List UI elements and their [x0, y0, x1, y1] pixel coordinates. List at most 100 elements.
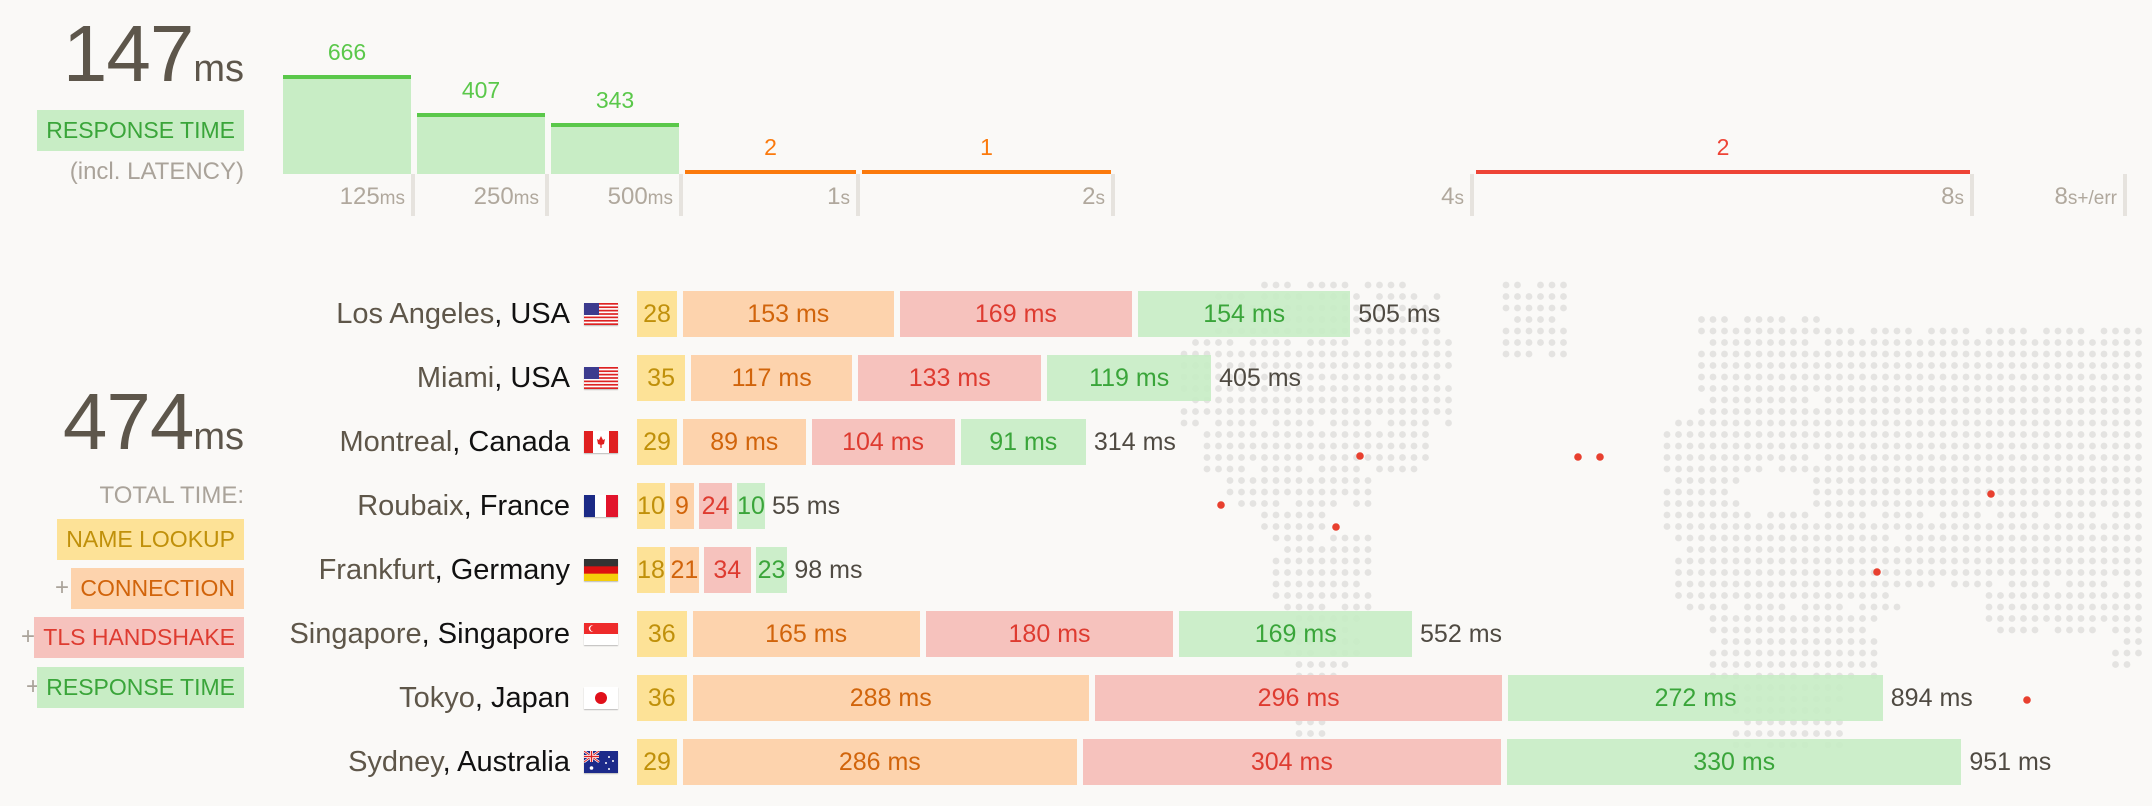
separator: , [494, 362, 511, 394]
segment-tls: 304 ms [1082, 739, 1502, 785]
map-dot [1905, 465, 1912, 473]
location-row: Montreal, Canada 29 89 ms 104 ms 91 ms 314 ms [0, 419, 2152, 465]
segment-dns: 36 [637, 611, 687, 657]
map-dot [1226, 408, 1234, 415]
map-dot [1870, 661, 1878, 668]
histogram-count-label: 2 [764, 134, 777, 160]
country-name: Singapore [437, 618, 570, 650]
map-dot [1226, 339, 1234, 346]
map-dot [1560, 339, 1567, 346]
map-dot [1341, 534, 1349, 542]
map-dot [1203, 339, 1211, 346]
map-dot [2008, 408, 2016, 415]
map-dot [1307, 534, 1314, 542]
histogram-bar [283, 74, 411, 174]
map-dot [1939, 408, 1947, 415]
map-dot [1307, 592, 1314, 599]
map-dot [2066, 465, 2073, 473]
map-dot [2054, 592, 2062, 599]
city-name: Roubaix [357, 490, 464, 522]
country-name: Australia [457, 746, 570, 778]
map-dot [1836, 408, 1843, 415]
map-dot [1767, 408, 1774, 415]
map-dot [1790, 408, 1797, 415]
separator: , [494, 298, 511, 330]
flag-us-icon [584, 303, 618, 325]
location-row: Tokyo, Japan 36 288 ms 296 ms 272 ms 894 ms [0, 675, 2152, 721]
histogram-count-label: 2 [1716, 134, 1730, 160]
map-dot [1341, 281, 1349, 289]
map-dot [1353, 603, 1360, 611]
map-dot [2123, 534, 2131, 542]
map-dot [1778, 465, 1786, 473]
map-dot [1238, 465, 1245, 473]
flag-ca-icon [584, 431, 618, 453]
country-name: USA [510, 362, 570, 394]
map-dot [1272, 408, 1280, 415]
segment-dns: 35 [637, 355, 686, 401]
map-dot [1744, 730, 1751, 737]
map-dot [1341, 465, 1349, 473]
country-name: USA [510, 298, 570, 330]
map-dot [2020, 408, 2027, 415]
map-dot [1847, 534, 1855, 542]
map-dot [1813, 408, 1820, 415]
map-dot [1951, 339, 1958, 346]
map-dot [1744, 534, 1751, 542]
map-dot [1755, 339, 1763, 346]
map-dot [1698, 465, 1705, 473]
map-dot [1284, 281, 1291, 289]
map-dot [1974, 465, 1981, 473]
map-dot [1939, 465, 1947, 473]
map-dot [1801, 465, 1809, 473]
map-dot [1859, 603, 1866, 611]
map-dot [1732, 661, 1740, 668]
map-dot [1364, 534, 1372, 542]
map-dot [1387, 339, 1395, 346]
map-dot [2008, 339, 2016, 346]
map-dot [1962, 534, 1970, 542]
map-dot [1376, 281, 1383, 289]
map-dot [1721, 661, 1728, 668]
segment-resp: 154 ms [1138, 291, 1351, 337]
map-dot [1790, 339, 1797, 346]
map-dot [1824, 465, 1832, 473]
map-dot [2077, 592, 2085, 599]
map-dot [2020, 592, 2027, 599]
map-dot [1813, 661, 1820, 668]
map-dot [1778, 730, 1786, 737]
map-dot [2077, 339, 2085, 346]
map-dot [1353, 592, 1360, 599]
map-dot [1709, 661, 1717, 668]
map-dot [2100, 465, 2108, 473]
map-dot [1882, 534, 1889, 542]
map-dot [2020, 603, 2027, 611]
map-dot [1790, 592, 1797, 599]
map-dot [1951, 465, 1958, 473]
map-dot [1801, 661, 1809, 668]
map-dot [2089, 592, 2096, 599]
map-dot [2135, 465, 2142, 473]
map-dot [1721, 534, 1728, 542]
map-dot [2135, 592, 2142, 599]
map-dot [2100, 408, 2108, 415]
histogram-divider [545, 174, 549, 216]
map-dot [1824, 408, 1832, 415]
segment-conn: 9 [670, 483, 694, 529]
location-row: Sydney, Australia 29 286 ms 304 ms 330 ms 951… [0, 739, 2152, 785]
map-dot [2043, 408, 2050, 415]
map-dot [1675, 592, 1682, 599]
map-dot [1928, 339, 1935, 346]
map-dot [1560, 281, 1567, 289]
map-dot [1755, 730, 1763, 737]
map-dot [1721, 339, 1728, 346]
total-time-label: 552 ms [1420, 620, 1503, 648]
map-dot [2066, 408, 2073, 415]
map-dot [1295, 661, 1303, 668]
location-row: Los Angeles, USA 28 153 ms 169 ms 154 ms 505 … [0, 291, 2152, 337]
map-dot [1801, 408, 1809, 415]
map-dot [1514, 339, 1521, 346]
map-dot [1997, 592, 2004, 599]
map-dot [1790, 730, 1797, 737]
tick-unit: s [1095, 188, 1106, 209]
